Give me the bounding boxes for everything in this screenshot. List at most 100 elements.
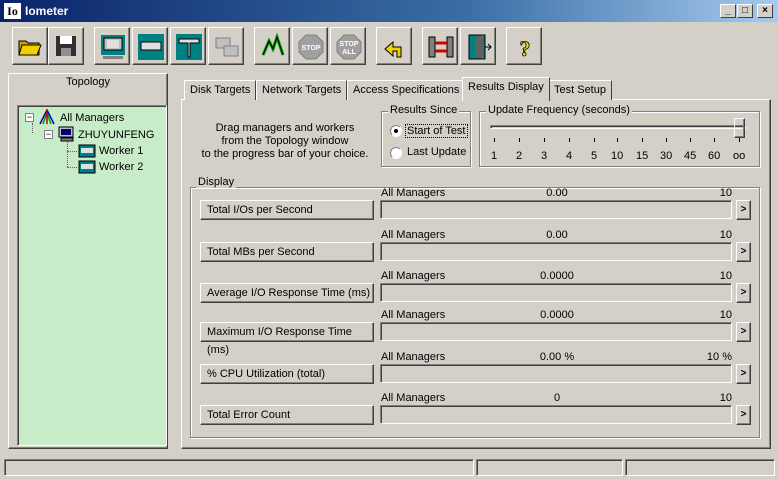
metric-max: 10 bbox=[719, 392, 732, 404]
metric-select-button[interactable]: Average I/O Response Time (ms) bbox=[200, 283, 374, 303]
tree-item-worker[interactable]: Worker 2 bbox=[99, 161, 143, 173]
metric-select-button[interactable]: Maximum I/O Response Time (ms) bbox=[200, 322, 374, 356]
slider-thumb[interactable] bbox=[734, 118, 745, 138]
collapse-toggle[interactable]: − bbox=[44, 130, 53, 139]
metric-detail-button[interactable]: > bbox=[736, 364, 751, 384]
display-icon bbox=[101, 35, 125, 59]
display-label: Display bbox=[196, 176, 237, 188]
tree-item-all-managers[interactable]: All Managers bbox=[60, 112, 124, 124]
copy-worker-icon bbox=[215, 37, 239, 57]
metric-select-button[interactable]: % CPU Utilization (total) bbox=[200, 364, 374, 384]
reset-icon bbox=[384, 40, 402, 58]
metric-value: 0.00 % bbox=[539, 351, 575, 363]
metric-value: 0.0000 bbox=[540, 270, 574, 282]
stop-icon: STOP bbox=[298, 34, 324, 60]
close-button[interactable]: × bbox=[757, 4, 773, 18]
metric-select-button[interactable]: Total Error Count bbox=[200, 405, 374, 425]
radio-label-last-update[interactable]: Last Update bbox=[407, 146, 466, 158]
tab-test-setup[interactable]: Test Setup bbox=[548, 80, 612, 100]
help-icon: ? bbox=[519, 36, 531, 61]
start-button[interactable] bbox=[254, 27, 290, 65]
all-managers-icon bbox=[39, 109, 55, 125]
status-segment bbox=[476, 459, 623, 476]
metric-detail-button[interactable]: > bbox=[736, 200, 751, 220]
svg-text:STOP: STOP bbox=[340, 41, 359, 48]
metric-max: 10 bbox=[719, 270, 732, 282]
save-button[interactable] bbox=[48, 27, 84, 65]
slider-track[interactable] bbox=[490, 125, 746, 129]
network-icon bbox=[138, 34, 164, 60]
topology-tree[interactable]: − All Managers − ZHUYUNFENG Worker 1 Wor… bbox=[17, 105, 167, 446]
tab-access-specifications[interactable]: Access Specifications bbox=[347, 80, 466, 100]
open-button[interactable] bbox=[12, 27, 48, 65]
stop-all-icon: STOPALL bbox=[336, 34, 362, 60]
svg-text:?: ? bbox=[520, 36, 531, 61]
metric-detail-button[interactable]: > bbox=[736, 405, 751, 425]
reset-button[interactable] bbox=[376, 27, 412, 65]
tree-item-worker[interactable]: Worker 1 bbox=[99, 145, 143, 157]
tree-line bbox=[67, 151, 77, 152]
toolbar: STOP STOP ALL ? bbox=[0, 22, 778, 70]
help-button[interactable]: ? bbox=[506, 27, 542, 65]
metric-max: 10 bbox=[719, 229, 732, 241]
metric-source: All Managers bbox=[381, 270, 446, 282]
status-segment bbox=[4, 459, 474, 476]
stop-all-button[interactable]: STOP ALL bbox=[330, 27, 366, 65]
title-bar[interactable]: Io Iometer _ □ × bbox=[0, 0, 778, 22]
exit-icon bbox=[468, 34, 492, 60]
save-icon bbox=[56, 36, 76, 56]
metric-value: 0 bbox=[553, 392, 561, 404]
tree-item-manager[interactable]: ZHUYUNFENG bbox=[78, 129, 154, 141]
worker-icon bbox=[78, 144, 96, 158]
worker-button[interactable] bbox=[170, 27, 206, 65]
tree-line bbox=[32, 123, 33, 133]
metric-source: All Managers bbox=[381, 187, 446, 199]
metric-value: 0.00 bbox=[546, 229, 568, 241]
metric-select-button[interactable]: Total I/Os per Second bbox=[200, 200, 374, 220]
metric-progress-bar[interactable] bbox=[380, 242, 732, 261]
topology-title: Topology bbox=[65, 76, 111, 88]
app-icon: Io bbox=[4, 3, 21, 19]
tree-line bbox=[67, 139, 68, 167]
tree-line bbox=[67, 167, 77, 168]
worker-icon bbox=[78, 160, 96, 174]
metric-select-button[interactable]: Total MBs per Second bbox=[200, 242, 374, 262]
metric-detail-button[interactable]: > bbox=[736, 283, 751, 303]
minimize-button[interactable]: _ bbox=[720, 4, 736, 18]
radio-label-start-of-test[interactable]: Start of Test bbox=[405, 124, 468, 138]
metric-progress-bar[interactable] bbox=[380, 405, 732, 424]
metric-progress-bar[interactable] bbox=[380, 322, 732, 341]
maximize-button[interactable]: □ bbox=[737, 4, 753, 18]
status-segment bbox=[625, 459, 775, 476]
metric-value: 0.00 bbox=[546, 187, 568, 199]
metric-progress-bar[interactable] bbox=[380, 200, 732, 219]
worker-icon bbox=[176, 34, 202, 60]
metric-detail-button[interactable]: > bbox=[736, 242, 751, 262]
display-button[interactable] bbox=[94, 27, 130, 65]
copy-worker-button[interactable] bbox=[208, 27, 244, 65]
tab-network-targets[interactable]: Network Targets bbox=[256, 80, 348, 100]
svg-text:ALL: ALL bbox=[342, 49, 356, 56]
tab-results-display[interactable]: Results Display bbox=[462, 77, 550, 101]
radio-start-of-test[interactable] bbox=[390, 125, 402, 137]
disconnect-icon bbox=[428, 36, 454, 58]
metric-source: All Managers bbox=[381, 351, 446, 363]
svg-text:STOP: STOP bbox=[302, 45, 321, 52]
network-button[interactable] bbox=[132, 27, 168, 65]
stop-button[interactable]: STOP bbox=[292, 27, 328, 65]
exit-button[interactable] bbox=[460, 27, 496, 65]
metric-progress-bar[interactable] bbox=[380, 283, 732, 302]
metric-detail-button[interactable]: > bbox=[736, 322, 751, 342]
metric-source: All Managers bbox=[381, 309, 446, 321]
disconnect-button[interactable] bbox=[422, 27, 458, 65]
radio-last-update[interactable] bbox=[390, 147, 402, 159]
open-icon bbox=[18, 40, 42, 56]
tab-disk-targets[interactable]: Disk Targets bbox=[184, 80, 257, 100]
metric-value: 0.0000 bbox=[540, 309, 574, 321]
metric-source: All Managers bbox=[381, 229, 446, 241]
window-title: Iometer bbox=[25, 4, 69, 18]
metric-progress-bar[interactable] bbox=[380, 364, 732, 383]
collapse-toggle[interactable]: − bbox=[25, 113, 34, 122]
drag-instructions: Drag managers and workers from the Topol… bbox=[201, 122, 369, 160]
metric-max: 10 % bbox=[706, 351, 732, 363]
